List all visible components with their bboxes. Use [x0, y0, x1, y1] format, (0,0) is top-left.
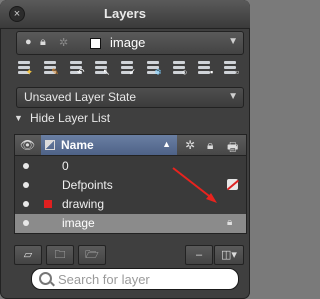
- search-icon: [39, 272, 52, 285]
- delete-layer-button[interactable]: –: [185, 245, 213, 265]
- new-group-button[interactable]: 🗀︎: [46, 245, 74, 265]
- new-filter-group-button[interactable]: 🗁︎: [78, 245, 106, 265]
- search-field[interactable]: [31, 268, 239, 290]
- bottom-toolbar: ▱ 🗀︎ 🗁︎ – ◫▾: [14, 245, 245, 265]
- layers-palette: × Layers ● 🔒︎ ✲ image ▼ ✦ ✎ ↶ ↖ ✓ ❄ ○ ▪ …: [0, 0, 250, 299]
- search-input[interactable]: [56, 270, 235, 288]
- layer-view-options-button[interactable]: ◫▾: [214, 245, 244, 265]
- new-layer-bottom-button[interactable]: ▱: [14, 245, 42, 265]
